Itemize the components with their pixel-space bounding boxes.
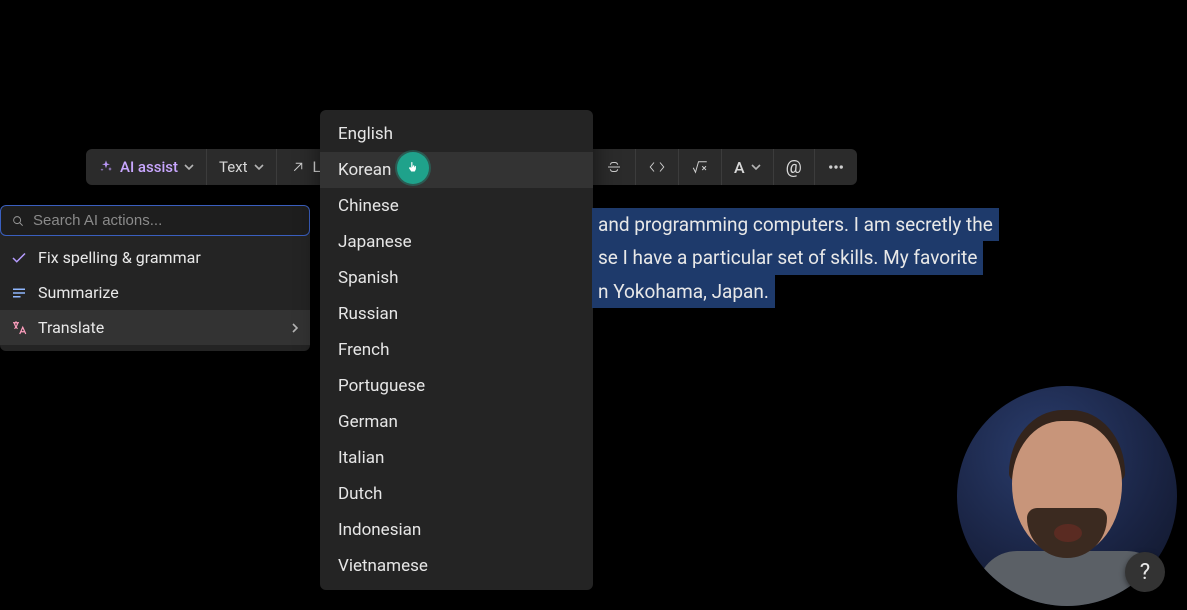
doc-line: se I have a particular set of skills. My…: [592, 241, 983, 274]
more-horizontal-icon: [827, 158, 845, 176]
strikethrough-button[interactable]: [593, 149, 636, 185]
lang-option-portuguese[interactable]: Portuguese: [320, 368, 593, 404]
lang-option-dutch[interactable]: Dutch: [320, 476, 593, 512]
mention-button[interactable]: @: [774, 149, 815, 185]
ai-assist-label: AI assist: [120, 158, 178, 176]
arrow-upright-icon: [289, 158, 307, 176]
equation-button[interactable]: [679, 149, 722, 185]
lang-option-indonesian[interactable]: Indonesian: [320, 512, 593, 548]
ai-action-summarize[interactable]: Summarize: [0, 275, 310, 310]
ai-action-label: Summarize: [38, 283, 119, 302]
lines-icon: [10, 284, 28, 302]
translate-language-menu: EnglishKoreanChineseJapaneseSpanishRussi…: [320, 110, 593, 590]
lang-option-spanish[interactable]: Spanish: [320, 260, 593, 296]
formatting-toolbar: AI assist Text L: [86, 149, 333, 185]
lang-option-japanese[interactable]: Japanese: [320, 224, 593, 260]
chevron-right-icon: [290, 323, 300, 333]
lang-option-russian[interactable]: Russian: [320, 296, 593, 332]
ai-action-label: Translate: [38, 318, 104, 337]
doc-line: n Yokohama, Japan.: [592, 275, 775, 308]
chevron-down-icon: [751, 162, 761, 172]
sqrt-icon: [691, 158, 709, 176]
text-label: Text: [219, 158, 248, 176]
document-selected-text[interactable]: and programming computers. I am secretly…: [592, 208, 999, 308]
ai-action-label: Fix spelling & grammar: [38, 248, 201, 267]
translate-icon: [10, 319, 28, 337]
formatting-toolbar-right: A @: [593, 149, 857, 185]
chevron-down-icon: [254, 162, 264, 172]
doc-line: and programming computers. I am secretly…: [592, 208, 999, 241]
text-style-button[interactable]: Text: [207, 149, 277, 185]
code-icon: [648, 158, 666, 176]
strikethrough-icon: [605, 158, 623, 176]
mention-glyph: @: [786, 157, 802, 178]
more-button[interactable]: [815, 149, 857, 185]
ai-actions-list: Fix spelling & grammar Summarize Translate: [0, 240, 310, 351]
help-button[interactable]: ?: [1125, 552, 1165, 592]
lang-option-german[interactable]: German: [320, 404, 593, 440]
lang-option-chinese[interactable]: Chinese: [320, 188, 593, 224]
ai-action-fix-spelling-grammar[interactable]: Fix spelling & grammar: [0, 240, 310, 275]
ai-action-translate[interactable]: Translate: [0, 310, 310, 345]
code-button[interactable]: [636, 149, 679, 185]
ai-assist-button[interactable]: AI assist: [86, 149, 207, 185]
lang-option-french[interactable]: French: [320, 332, 593, 368]
ai-actions-panel: Fix spelling & grammar Summarize Translate: [0, 205, 310, 351]
cursor-indicator: [397, 152, 429, 184]
pointer-icon: [406, 161, 420, 175]
check-icon: [10, 249, 28, 267]
lang-option-vietnamese[interactable]: Vietnamese: [320, 548, 593, 584]
search-icon: [11, 214, 25, 228]
ai-search-input[interactable]: [33, 212, 299, 229]
format-letter: A: [734, 158, 745, 177]
help-label: ?: [1140, 560, 1150, 585]
ai-search-wrap[interactable]: [0, 205, 310, 236]
text-color-button[interactable]: A: [722, 149, 774, 185]
lang-option-italian[interactable]: Italian: [320, 440, 593, 476]
sparkle-icon: [98, 159, 114, 175]
chevron-down-icon: [184, 162, 194, 172]
lang-option-english[interactable]: English: [320, 116, 593, 152]
lang-option-korean[interactable]: Korean: [320, 152, 593, 188]
